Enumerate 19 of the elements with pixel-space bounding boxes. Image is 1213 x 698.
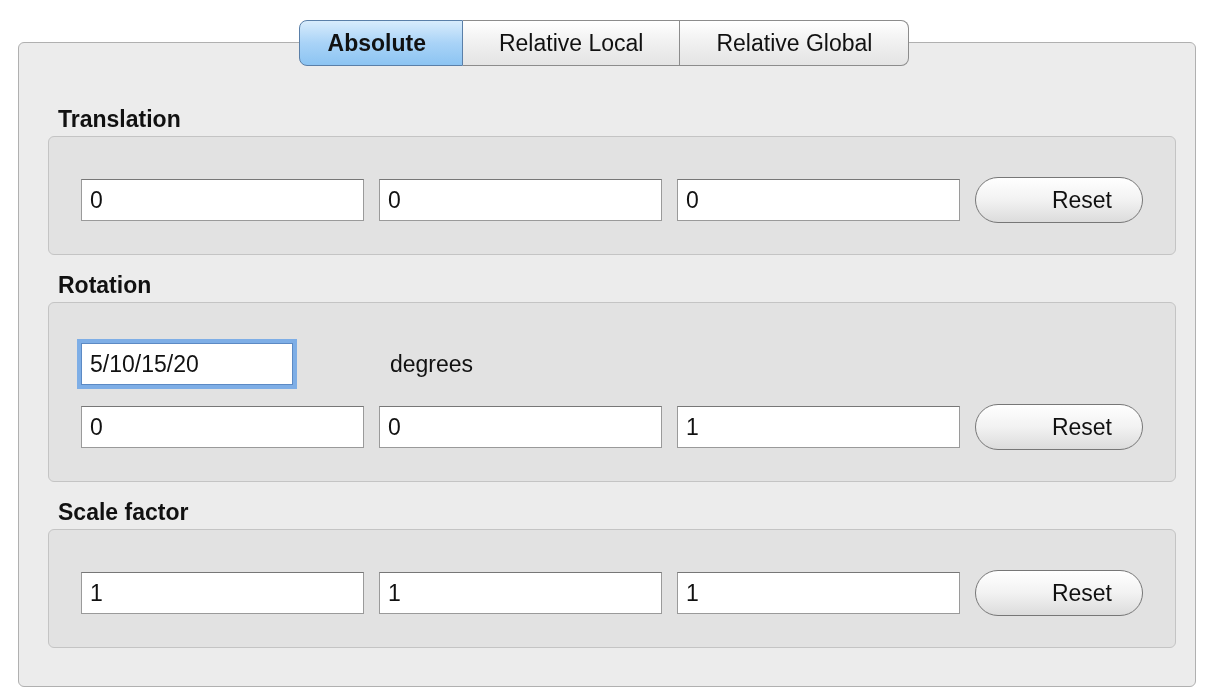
reset-button[interactable]: Reset bbox=[975, 177, 1143, 223]
unit-label: degrees bbox=[390, 350, 474, 378]
input-field[interactable]: 0 bbox=[379, 179, 662, 221]
reset-button[interactable]: Reset bbox=[975, 570, 1143, 616]
tab[interactable]: Relative Local bbox=[462, 20, 681, 66]
input-field[interactable]: 1 bbox=[677, 406, 960, 448]
input-field[interactable]: 0 bbox=[677, 179, 960, 221]
section-title: Scale factor bbox=[58, 498, 189, 527]
tab[interactable]: Absolute bbox=[298, 20, 463, 66]
input-field[interactable]: 1 bbox=[677, 572, 960, 614]
input-field[interactable]: 1 bbox=[379, 572, 662, 614]
section-title: Translation bbox=[58, 105, 181, 134]
input-field[interactable]: 0 bbox=[81, 179, 364, 221]
tab[interactable]: Relative Global bbox=[680, 20, 910, 66]
input-field[interactable]: 0 bbox=[81, 406, 364, 448]
input-field[interactable]: 0 bbox=[379, 406, 662, 448]
section-title: Rotation bbox=[58, 271, 152, 300]
reset-button[interactable]: Reset bbox=[975, 404, 1143, 450]
input-field[interactable]: 1 bbox=[81, 572, 364, 614]
